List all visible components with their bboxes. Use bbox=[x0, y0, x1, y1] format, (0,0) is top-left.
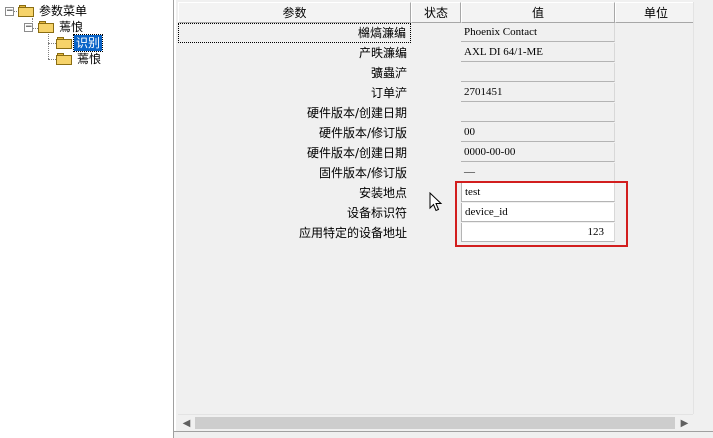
header-unit[interactable]: 单位 bbox=[615, 2, 697, 23]
folder-icon bbox=[38, 21, 54, 33]
unit-cell bbox=[615, 183, 697, 203]
tree-node-label: 蔫悢 bbox=[59, 20, 84, 34]
status-cell bbox=[411, 163, 461, 183]
value-cell: Phoenix Contact bbox=[461, 23, 615, 42]
table-row[interactable]: 应用特定的设备地址 123 bbox=[178, 223, 697, 243]
vertical-scrollbar[interactable] bbox=[693, 2, 710, 414]
header-value[interactable]: 值 bbox=[461, 2, 615, 23]
folder-icon bbox=[56, 53, 72, 65]
param-cell: 产昳濂编 bbox=[358, 46, 407, 60]
status-cell bbox=[411, 83, 461, 103]
unit-cell bbox=[615, 123, 697, 143]
param-cell: 订单浐 bbox=[370, 86, 407, 100]
unit-cell bbox=[615, 203, 697, 223]
tree-node-sibling[interactable]: 蔫悢 bbox=[0, 51, 174, 67]
value-cell: 2701451 bbox=[461, 83, 615, 102]
value-cell: 00 bbox=[461, 123, 615, 142]
table-row[interactable]: 产昳濂编 AXL DI 64/1-ME bbox=[178, 43, 697, 63]
value-cell bbox=[461, 63, 615, 82]
arrow-left-icon[interactable]: ◀ bbox=[178, 415, 195, 432]
value-input[interactable]: 123 bbox=[461, 223, 615, 242]
horizontal-scrollbar[interactable]: ◀ ▶ bbox=[178, 414, 693, 431]
param-cell: 设备标识符 bbox=[346, 206, 407, 220]
arrow-right-icon[interactable]: ▶ bbox=[676, 415, 693, 432]
param-cell: 硬件版本/创建日期 bbox=[306, 146, 407, 160]
unit-cell bbox=[615, 143, 697, 163]
table-row[interactable]: 彍蟲浐 bbox=[178, 63, 697, 83]
unit-cell bbox=[615, 223, 697, 243]
value-cell: AXL DI 64/1-ME bbox=[461, 43, 615, 62]
table-row[interactable]: 硬件版本/创建日期 0000-00-00 bbox=[178, 143, 697, 163]
minus-box-icon[interactable]: − bbox=[5, 7, 14, 16]
unit-cell bbox=[615, 23, 697, 43]
param-cell: 硬件版本/创建日期 bbox=[306, 106, 407, 120]
table-row[interactable]: 硬件版本/修订版 00 bbox=[178, 123, 697, 143]
mouse-pointer-icon bbox=[429, 192, 443, 212]
unit-cell bbox=[615, 83, 697, 103]
value-cell: 0000-00-00 bbox=[461, 143, 615, 162]
value-input[interactable]: device_id bbox=[461, 203, 615, 222]
value-input[interactable]: test bbox=[461, 183, 615, 202]
param-cell: 固件版本/修订版 bbox=[318, 166, 407, 180]
status-cell bbox=[411, 63, 461, 83]
status-cell bbox=[411, 43, 461, 63]
status-cell bbox=[411, 23, 461, 43]
minus-box-icon[interactable]: − bbox=[24, 23, 33, 32]
scroll-thumb[interactable] bbox=[195, 417, 675, 429]
unit-cell bbox=[615, 63, 697, 83]
grid-header: 参数 状态 值 单位 bbox=[178, 2, 697, 23]
status-strip bbox=[174, 431, 713, 438]
unit-cell bbox=[615, 103, 697, 123]
tree-node-root[interactable]: − 参数菜单 bbox=[0, 3, 174, 19]
table-row[interactable]: 硬件版本/创建日期 bbox=[178, 103, 697, 123]
value-cell: — bbox=[461, 163, 615, 182]
table-row[interactable]: 订单浐 2701451 bbox=[178, 83, 697, 103]
parameter-grid: 参数 状态 值 单位 檰熇濂编 Phoenix Contact 产昳濂编 AXL… bbox=[176, 0, 713, 438]
tree-node-label: 识别 bbox=[72, 34, 104, 52]
tree-node-child[interactable]: − 蔫悢 bbox=[0, 19, 174, 35]
status-cell bbox=[411, 123, 461, 143]
status-cell bbox=[411, 223, 461, 243]
table-row[interactable]: 固件版本/修订版 — bbox=[178, 163, 697, 183]
tree-node-label: 参数菜单 bbox=[39, 4, 88, 18]
folder-icon bbox=[18, 5, 34, 17]
tree-node-selected[interactable]: 识别 bbox=[0, 34, 174, 52]
value-cell bbox=[461, 103, 615, 122]
header-status[interactable]: 状态 bbox=[411, 2, 461, 23]
param-cell: 彍蟲浐 bbox=[370, 66, 407, 80]
header-param[interactable]: 参数 bbox=[178, 2, 411, 23]
unit-cell bbox=[615, 163, 697, 183]
param-cell: 硬件版本/修订版 bbox=[318, 126, 407, 140]
folder-icon bbox=[56, 37, 72, 49]
status-cell bbox=[411, 103, 461, 123]
parameter-tree: − 参数菜单 − 蔫悢 识别 蔫悢 bbox=[0, 0, 174, 438]
tree-node-label: 蔫悢 bbox=[77, 52, 102, 66]
param-cell: 檰熇濂编 bbox=[178, 23, 411, 43]
table-row[interactable]: 檰熇濂编 Phoenix Contact bbox=[178, 23, 697, 43]
status-cell bbox=[411, 143, 461, 163]
param-cell: 应用特定的设备地址 bbox=[298, 226, 407, 240]
unit-cell bbox=[615, 43, 697, 63]
param-cell: 安装地点 bbox=[358, 186, 407, 200]
